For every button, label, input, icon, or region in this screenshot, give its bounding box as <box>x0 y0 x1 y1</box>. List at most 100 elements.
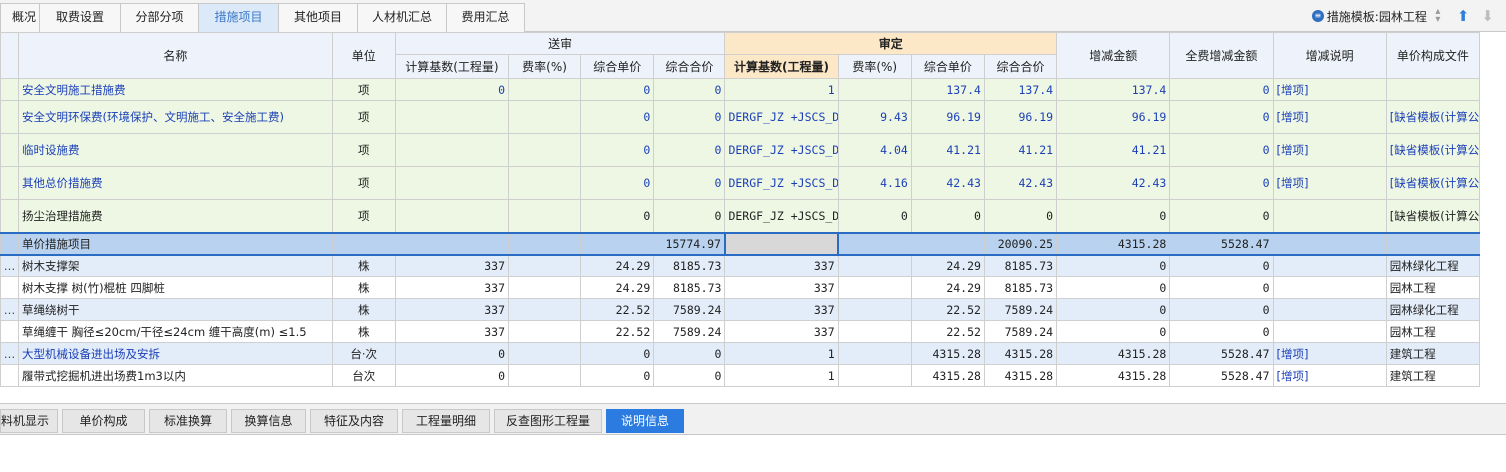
cell-row-indicator[interactable]: … <box>0 254 20 277</box>
table-row[interactable]: 草绳缠干 胸径≤20cm/干径≤24cm 缠干高度(m) ≤1.5 株 337 22.… <box>0 320 1480 343</box>
cell-sub-unit-price[interactable]: 0 <box>580 364 655 387</box>
cell-row-indicator[interactable] <box>0 100 20 134</box>
cell-sub-total[interactable]: 0 <box>653 166 726 200</box>
col-full-change-amount-header[interactable]: 全费增减金额 <box>1169 32 1274 79</box>
cell-sub-rate[interactable] <box>507 364 582 387</box>
col-change-amount-header[interactable]: 增减金额 <box>1056 32 1171 79</box>
cell-item-name[interactable]: 扬尘治理措施费 <box>18 199 333 233</box>
cell-change-amount[interactable]: 0 <box>1056 298 1171 321</box>
col-sub-unit-price-header[interactable]: 综合单价 <box>580 54 655 79</box>
cell-change-amount[interactable]: 42.43 <box>1056 166 1171 200</box>
cell-sub-total[interactable]: 0 <box>653 100 726 134</box>
col-app-rate-header[interactable]: 费率(%) <box>837 54 912 79</box>
cell-app-base[interactable]: 1 <box>724 78 839 101</box>
cell-row-indicator[interactable] <box>0 364 20 387</box>
cell-app-unit-price[interactable]: 137.4 <box>910 78 985 101</box>
table-row[interactable]: 临时设施费项00DERGF_JZ +JSCS_DERGF_JZ4.0441.21… <box>0 133 1480 167</box>
bottom-tab-5[interactable]: 特征及内容 <box>310 409 398 433</box>
col-unit-header[interactable]: 单位 <box>331 32 396 79</box>
col-change-note-header[interactable]: 增减说明 <box>1272 32 1387 79</box>
top-tab-2[interactable]: 取费设置 <box>39 3 121 32</box>
cell-sub-rate[interactable] <box>507 78 582 101</box>
cell-unit-price-doc[interactable]: [缺省模板(计算公式组价)] <box>1385 133 1480 167</box>
cell-sub-unit-price[interactable]: 24.29 <box>580 254 655 277</box>
cell-app-base[interactable]: DERGF_JZ +JSCS_DERGF_JZ <box>724 133 839 167</box>
cell-sub-total[interactable]: 0 <box>653 199 726 233</box>
bottom-tab-1[interactable]: 料机显示 <box>0 409 58 433</box>
cell-sub-unit-price[interactable]: 0 <box>580 133 655 167</box>
cell-app-unit-price[interactable]: 4315.28 <box>910 342 985 365</box>
cell-row-indicator[interactable] <box>0 231 20 256</box>
cell-full-change-amount[interactable]: 5528.47 <box>1169 342 1274 365</box>
cell-app-rate[interactable] <box>837 298 912 321</box>
cell-item-unit[interactable]: 项 <box>331 78 396 101</box>
cell-item-unit[interactable]: 台·次 <box>331 342 396 365</box>
cell-row-indicator[interactable] <box>0 320 20 343</box>
cell-sub-rate[interactable] <box>507 199 582 233</box>
cell-sub-rate[interactable] <box>507 254 582 277</box>
cell-row-indicator[interactable] <box>0 276 20 299</box>
col-sub-total-header[interactable]: 综合合价 <box>653 54 726 79</box>
cell-sub-unit-price[interactable]: 0 <box>580 100 655 134</box>
description-pane[interactable] <box>0 434 1506 472</box>
cell-change-amount[interactable]: 4315.28 <box>1056 364 1171 387</box>
cell-row-indicator[interactable] <box>0 78 20 101</box>
table-row[interactable]: … 草绳绕树干株 337 22.52 7589.24 337 22.52 7589.24 0 0 园… <box>0 298 1480 321</box>
cell-app-total[interactable]: 41.21 <box>983 133 1058 167</box>
cell-change-note[interactable] <box>1272 254 1387 277</box>
cell-app-rate[interactable]: 9.43 <box>837 100 912 134</box>
col-app-total-header[interactable]: 综合合价 <box>983 54 1058 79</box>
cell-change-amount[interactable]: 0 <box>1056 199 1171 233</box>
cell-change-amount[interactable]: 137.4 <box>1056 78 1171 101</box>
cell-app-total[interactable]: 4315.28 <box>983 364 1058 387</box>
cell-app-unit-price[interactable]: 96.19 <box>910 100 985 134</box>
cell-item-name[interactable]: 大型机械设备进出场及安拆 <box>18 342 333 365</box>
template-toggle-icon[interactable]: ▴ ▾ <box>1433 7 1443 25</box>
cell-app-base[interactable]: 337 <box>724 254 839 277</box>
cell-sub-total[interactable]: 8185.73 <box>653 254 726 277</box>
cell-unit-price-doc[interactable]: 建筑工程 <box>1385 364 1480 387</box>
cell-app-unit-price[interactable]: 0 <box>910 199 985 233</box>
template-label[interactable]: 措施模板:园林工程 <box>1327 8 1427 25</box>
cell-unit-price-doc[interactable]: 园林绿化工程 <box>1385 254 1480 277</box>
cell-row-indicator[interactable] <box>0 199 20 233</box>
cell-app-base[interactable]: 1 <box>724 364 839 387</box>
cell-unit-price-doc[interactable]: 园林工程 <box>1385 276 1480 299</box>
cell-item-unit[interactable]: 项 <box>331 100 396 134</box>
cell-sub-base[interactable] <box>394 133 510 167</box>
cell-sub-unit-price[interactable]: 22.52 <box>580 320 655 343</box>
cell-app-total[interactable]: 7589.24 <box>983 320 1058 343</box>
cell-app-rate[interactable]: 0 <box>837 199 912 233</box>
cell-item-name[interactable]: 草绳缠干 胸径≤20cm/干径≤24cm 缠干高度(m) ≤1.5 <box>18 320 333 343</box>
cell-sub-unit-price[interactable] <box>580 231 655 256</box>
cell-sub-total[interactable]: 7589.24 <box>653 320 726 343</box>
cell-app-base[interactable]: 337 <box>724 298 839 321</box>
cell-full-change-amount[interactable]: 0 <box>1169 78 1274 101</box>
cell-sub-total[interactable]: 0 <box>653 364 726 387</box>
cell-unit-price-doc[interactable]: [缺省模板(计算公式组价)] <box>1385 166 1480 200</box>
cell-sub-total[interactable]: 0 <box>653 133 726 167</box>
cell-app-rate[interactable] <box>837 320 912 343</box>
table-row[interactable]: … 树木支撑架株 337 24.29 8185.73 337 24.29 8185.73 0 0 园… <box>0 254 1480 277</box>
cell-change-note[interactable] <box>1272 199 1387 233</box>
cell-sub-base[interactable]: 337 <box>394 276 510 299</box>
col-unit-price-doc-header[interactable]: 单价构成文件 <box>1385 32 1480 79</box>
cell-sub-rate[interactable] <box>507 231 582 256</box>
cell-change-amount[interactable]: 0 <box>1056 276 1171 299</box>
cell-sub-rate[interactable] <box>507 100 582 134</box>
cell-change-note[interactable]: [增项] <box>1272 364 1387 387</box>
table-row[interactable]: 其他总价措施费项00DERGF_JZ +JSCS_DERGF_JZ4.1642.… <box>0 166 1480 200</box>
cell-sub-unit-price[interactable]: 0 <box>580 166 655 200</box>
cell-item-name[interactable]: 树木支撑 树(竹)棍桩 四脚桩 <box>18 276 333 299</box>
cell-app-total[interactable]: 8185.73 <box>983 276 1058 299</box>
cell-app-total[interactable]: 42.43 <box>983 166 1058 200</box>
bottom-tab-7[interactable]: 反查图形工程量 <box>494 409 602 433</box>
cell-app-unit-price[interactable]: 22.52 <box>910 298 985 321</box>
cell-app-unit-price[interactable] <box>910 231 985 256</box>
cell-app-total[interactable]: 137.4 <box>983 78 1058 101</box>
cell-item-name[interactable]: 单价措施项目 <box>18 231 333 256</box>
cell-sub-base[interactable]: 337 <box>394 298 510 321</box>
cell-sub-base[interactable]: 337 <box>394 320 510 343</box>
cell-change-note[interactable] <box>1272 320 1387 343</box>
cell-unit-price-doc[interactable]: 园林工程 <box>1385 320 1480 343</box>
